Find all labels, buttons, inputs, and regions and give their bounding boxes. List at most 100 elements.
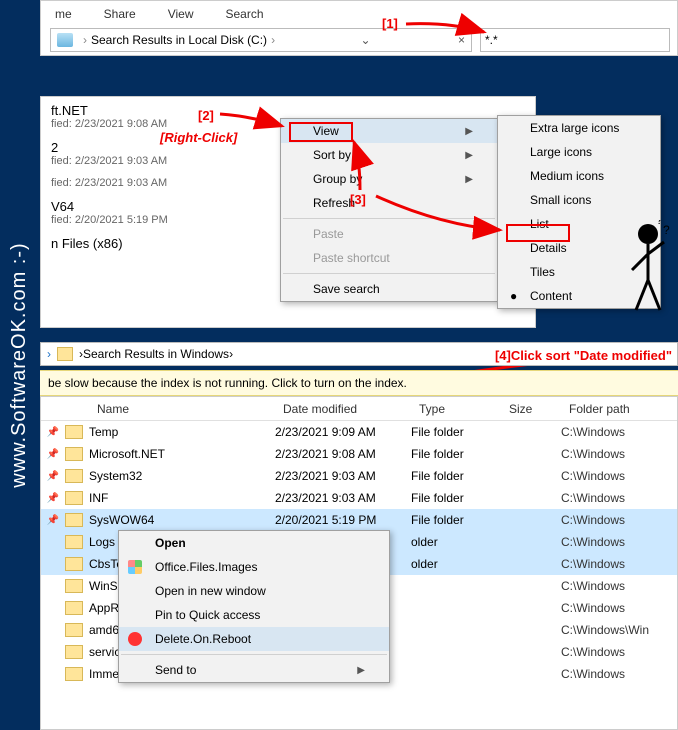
folder-icon <box>65 623 83 637</box>
menu-item[interactable]: Delete.On.Reboot <box>119 627 389 651</box>
search-input[interactable]: *.* <box>480 28 670 52</box>
menu-item: Paste <box>281 222 497 246</box>
col-path[interactable]: Folder path <box>561 402 638 416</box>
file-type: File folder <box>411 491 501 505</box>
menu-label: Details <box>530 241 567 255</box>
folder-icon <box>65 447 83 461</box>
file-name: INF <box>89 491 108 505</box>
menu-item[interactable]: Open <box>119 531 389 555</box>
svg-text:?: ? <box>663 223 670 237</box>
search-value: *.* <box>485 33 498 47</box>
anno-4: [4]Click sort "Date modified" <box>495 348 672 363</box>
context-menu-2: Open Office.Files.Images Open in new windo… <box>118 530 390 683</box>
menu-label: Save search <box>313 282 380 296</box>
file-name: Microsoft.NET <box>89 447 165 461</box>
table-row[interactable]: 📌Temp2/23/2021 9:09 AMFile folderC:\Wind… <box>41 421 677 443</box>
table-row[interactable]: 📌INF2/23/2021 9:03 AMFile folderC:\Windo… <box>41 487 677 509</box>
folder-icon <box>65 425 83 439</box>
menu-item[interactable]: Sort by▶ <box>281 143 497 167</box>
file-name: System32 <box>89 469 142 483</box>
menu-item[interactable]: Small icons <box>498 188 660 212</box>
tab-home[interactable]: me <box>49 5 78 23</box>
chevron-right-icon: › <box>83 33 87 47</box>
menu-label: List <box>530 217 549 231</box>
breadcrumb[interactable]: Search Results in Windows <box>83 347 229 361</box>
file-name: Logs <box>89 535 115 549</box>
file-name: Temp <box>89 425 118 439</box>
menu-label: Send to <box>155 663 196 677</box>
menu-divider <box>121 654 387 655</box>
breadcrumb[interactable]: Search Results in Local Disk (C:) <box>91 33 267 47</box>
file-path: C:\Windows <box>561 579 677 593</box>
folder-icon <box>65 469 83 483</box>
menu-label: View <box>313 124 339 138</box>
menu-item[interactable]: Group by▶ <box>281 167 497 191</box>
menu-item[interactable]: View▶ <box>281 119 497 143</box>
file-path: C:\Windows <box>561 601 677 615</box>
file-path: C:\Windows <box>561 557 677 571</box>
menu-item[interactable]: Pin to Quick access <box>119 603 389 627</box>
menu-item[interactable]: Medium icons <box>498 164 660 188</box>
menu-label: Open <box>155 536 186 550</box>
dropdown-icon[interactable]: ⌄ <box>354 33 376 47</box>
stop-hand-icon <box>128 632 142 646</box>
ribbon-tabs: me Share View Search <box>41 1 677 27</box>
tab-view[interactable]: View <box>162 5 200 23</box>
menu-item[interactable]: Office.Files.Images <box>119 555 389 579</box>
file-type: File folder <box>411 447 501 461</box>
menu-label: Small icons <box>530 193 591 207</box>
menu-label: Open in new window <box>155 584 266 598</box>
menu-label: Group by <box>313 172 362 186</box>
col-size[interactable]: Size <box>501 402 561 416</box>
col-name[interactable]: Name <box>41 402 275 416</box>
folder-icon <box>65 491 83 505</box>
context-menu: View▶Sort by▶Group by▶ Refresh Paste Paste … <box>280 118 498 302</box>
file-type: File folder <box>411 469 501 483</box>
menu-item[interactable]: Send to▶ <box>119 658 389 682</box>
table-row[interactable]: 📌SysWOW642/20/2021 5:19 PMFile folderC:\… <box>41 509 677 531</box>
close-icon[interactable]: × <box>452 33 471 47</box>
file-path: C:\Windows <box>561 469 677 483</box>
pin-icon: 📌 <box>41 471 65 482</box>
menu-label: Refresh <box>313 196 355 210</box>
folder-icon <box>65 535 83 549</box>
menu-item[interactable]: Open in new window <box>119 579 389 603</box>
folder-icon <box>65 667 83 681</box>
menu-label: Pin to Quick access <box>155 608 260 622</box>
folder-icon <box>65 579 83 593</box>
folder-icon <box>65 601 83 615</box>
menu-item[interactable]: Refresh <box>281 191 497 215</box>
tab-search[interactable]: Search <box>220 5 270 23</box>
menu-label: Medium icons <box>530 169 604 183</box>
file-type: older <box>411 535 501 549</box>
col-date[interactable]: Date modified <box>275 402 411 416</box>
menu-item[interactable]: Save search <box>281 277 497 301</box>
file-path: C:\Windows <box>561 447 677 461</box>
folder-icon <box>65 645 83 659</box>
col-type[interactable]: Type <box>411 402 501 416</box>
menu-label: Paste shortcut <box>313 251 390 265</box>
menu-label: Extra large icons <box>530 121 619 135</box>
menu-item[interactable]: Extra large icons <box>498 116 660 140</box>
file-path: C:\Windows\Win <box>561 623 677 637</box>
file-type: File folder <box>411 425 501 439</box>
table-row[interactable]: 📌Microsoft.NET2/23/2021 9:08 AMFile fold… <box>41 443 677 465</box>
file-date: 2/23/2021 9:03 AM <box>275 491 411 505</box>
office-files-icon <box>128 560 142 574</box>
menu-label: Paste <box>313 227 344 241</box>
file-date: 2/23/2021 9:03 AM <box>275 469 411 483</box>
menu-label: Delete.On.Reboot <box>155 632 251 646</box>
file-date: 2/20/2021 5:19 PM <box>275 513 411 527</box>
table-row[interactable]: 📌 System32 2/23/2021 9:03 AMFile folder C:\… <box>41 465 677 487</box>
address-bar[interactable]: › Search Results in Local Disk (C:) › ⌄ … <box>50 28 472 52</box>
menu-divider <box>283 273 495 274</box>
pin-icon: 📌 <box>41 515 65 526</box>
file-date: 2/23/2021 9:09 AM <box>275 425 411 439</box>
index-warning-bar[interactable]: be slow because the index is not running… <box>40 370 678 396</box>
pin-icon: 📌 <box>41 493 65 504</box>
menu-item[interactable]: Large icons <box>498 140 660 164</box>
file-date: 2/23/2021 9:08 AM <box>275 447 411 461</box>
svg-text:?: ? <box>656 220 663 227</box>
tab-share[interactable]: Share <box>98 5 142 23</box>
file-type: older <box>411 557 501 571</box>
